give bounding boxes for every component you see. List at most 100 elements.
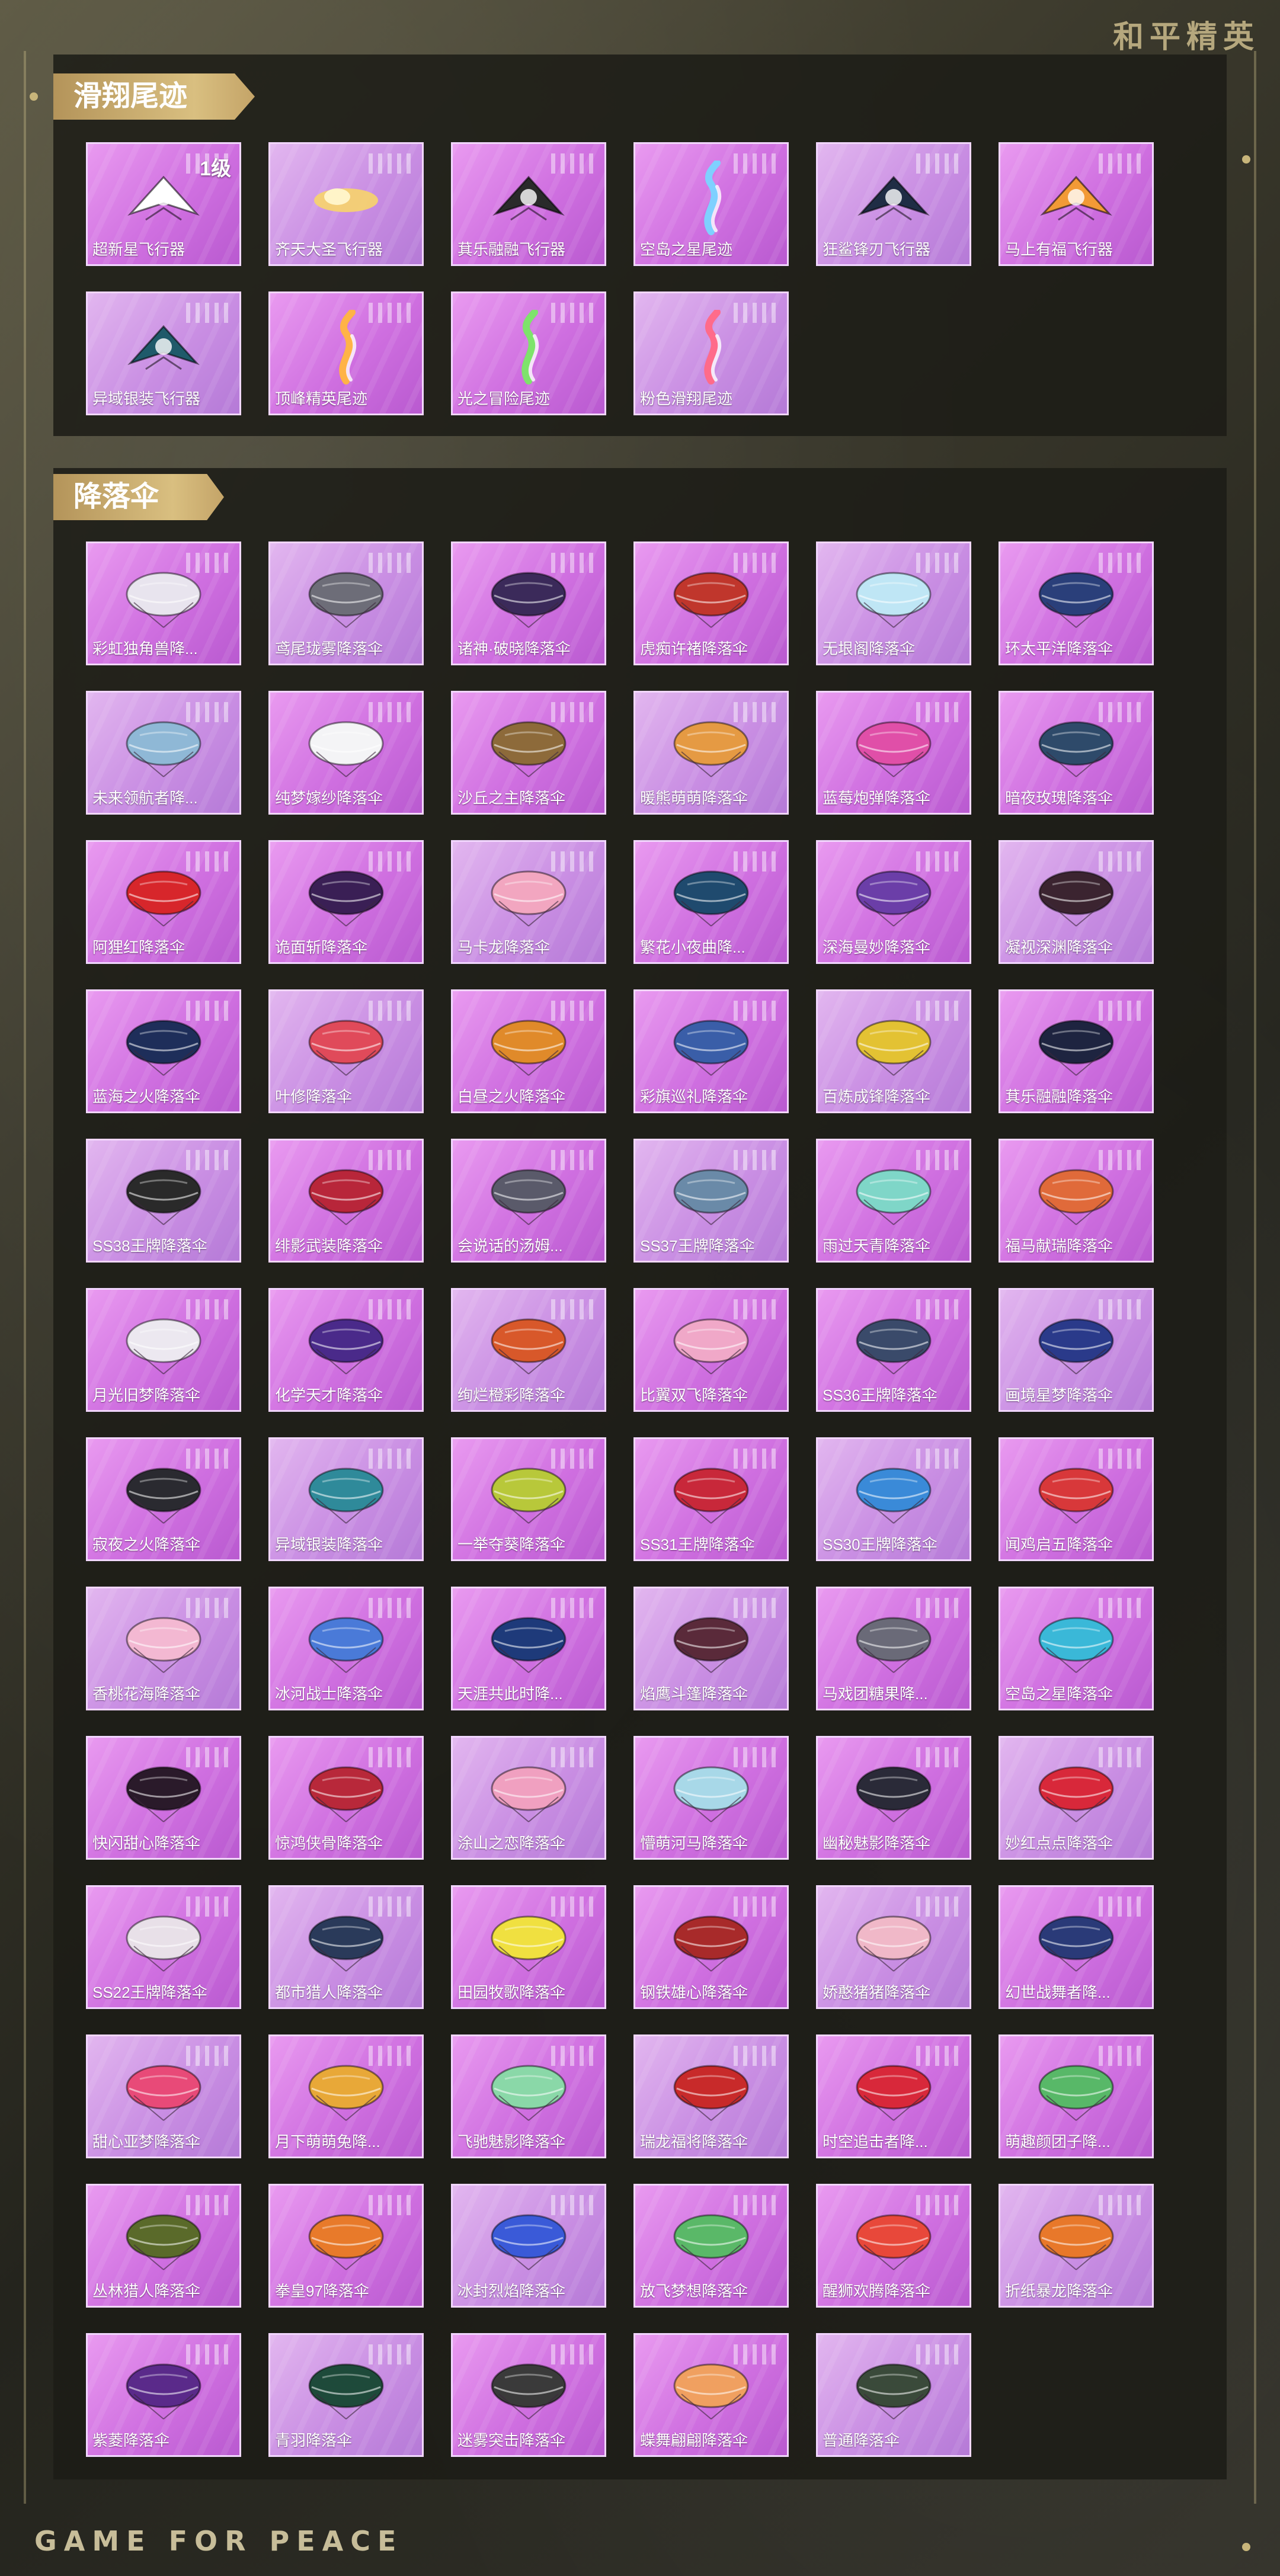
item-name: 虎痴许褚降落伞 (640, 640, 748, 658)
parachute-item[interactable]: 妙红点点降落伞 (999, 1736, 1154, 1860)
parachute-item[interactable]: 未来领航者降... (86, 691, 241, 815)
item-name: SS38王牌降落伞 (92, 1237, 207, 1255)
parachute-item[interactable]: 放飞梦想降落伞 (633, 2184, 789, 2308)
parachute-item[interactable]: 迷雾突击降落伞 (451, 2333, 606, 2457)
item-name: 焰鹰斗篷降落伞 (640, 1685, 748, 1703)
parachute-item[interactable]: 钢铁雄心降落伞 (633, 1885, 789, 2009)
item-name: 妙红点点降落伞 (1005, 1834, 1113, 1852)
parachute-item[interactable]: 雨过天青降落伞 (816, 1139, 971, 1263)
parachute-item[interactable]: 彩旗巡礼降落伞 (633, 989, 789, 1113)
item-name: 狂鲨锋刃飞行器 (823, 241, 931, 258)
parachute-item[interactable]: 纯梦嫁纱降落伞 (268, 691, 424, 815)
parachute-item[interactable]: 寂夜之火降落伞 (86, 1437, 241, 1561)
parachute-item[interactable]: SS37王牌降落伞 (633, 1139, 789, 1263)
parachute-item[interactable]: 蓝莓炮弹降落伞 (816, 691, 971, 815)
parachute-item[interactable]: 深海曼妙降落伞 (816, 840, 971, 964)
parachute-item[interactable]: 闻鸡启五降落伞 (999, 1437, 1154, 1561)
item-name: 鸢尾珑雾降落伞 (275, 640, 383, 658)
glider-item[interactable]: 光之冒险尾迹 (451, 291, 606, 415)
parachute-item[interactable]: 醒狮欢腾降落伞 (816, 2184, 971, 2308)
parachute-item[interactable]: 马戏团糖果降... (816, 1587, 971, 1710)
parachute-item[interactable]: SS36王牌降落伞 (816, 1288, 971, 1412)
item-name: 无垠阁降落伞 (823, 640, 916, 658)
item-name: 画境星梦降落伞 (1005, 1386, 1113, 1404)
parachute-item[interactable]: 蓝海之火降落伞 (86, 989, 241, 1113)
parachute-item[interactable]: 虎痴许褚降落伞 (633, 542, 789, 665)
parachute-item[interactable]: 萁乐融融降落伞 (999, 989, 1154, 1113)
parachute-item[interactable]: 惊鸿侠骨降落伞 (268, 1736, 424, 1860)
item-name: 化学天才降落伞 (275, 1386, 383, 1404)
parachute-item[interactable]: 一举夺葵降落伞 (451, 1437, 606, 1561)
parachute-item[interactable]: 幽秘魅影降落伞 (816, 1736, 971, 1860)
parachute-item[interactable]: 折纸暴龙降落伞 (999, 2184, 1154, 2308)
parachute-item[interactable]: 月光旧梦降落伞 (86, 1288, 241, 1412)
parachute-item[interactable]: 比翼双飞降落伞 (633, 1288, 789, 1412)
glider-item[interactable]: 萁乐融融飞行器 (451, 142, 606, 266)
parachute-item[interactable]: 画境星梦降落伞 (999, 1288, 1154, 1412)
parachute-item[interactable]: 紫菱降落伞 (86, 2333, 241, 2457)
parachute-item[interactable]: 白昼之火降落伞 (451, 989, 606, 1113)
glider-item[interactable]: 顶峰精英尾迹 (268, 291, 424, 415)
parachute-item[interactable]: 冰封烈焰降落伞 (451, 2184, 606, 2308)
parachute-item[interactable]: 马卡龙降落伞 (451, 840, 606, 964)
parachute-item[interactable]: SS30王牌降落伞 (816, 1437, 971, 1561)
parachute-item[interactable]: 暖熊萌萌降落伞 (633, 691, 789, 815)
glider-item[interactable]: 超新星飞行器 1级 (86, 142, 241, 266)
parachute-item[interactable]: 空岛之星降落伞 (999, 1587, 1154, 1710)
parachute-item[interactable]: 诸神·破晓降落伞 (451, 542, 606, 665)
parachute-item[interactable]: 懵萌河马降落伞 (633, 1736, 789, 1860)
parachute-item[interactable]: 萌趣颜团子降... (999, 2034, 1154, 2158)
glider-item[interactable]: 马上有福飞行器 (999, 142, 1154, 266)
parachute-item[interactable]: 丛林猎人降落伞 (86, 2184, 241, 2308)
parachute-item[interactable]: 田园牧歌降落伞 (451, 1885, 606, 2009)
parachute-item[interactable]: 无垠阁降落伞 (816, 542, 971, 665)
parachute-item[interactable]: 娇憨猪猪降落伞 (816, 1885, 971, 2009)
parachute-item[interactable]: 百炼成锋降落伞 (816, 989, 971, 1113)
glider-item[interactable]: 狂鲨锋刃飞行器 (816, 142, 971, 266)
glider-item[interactable]: 空岛之星尾迹 (633, 142, 789, 266)
parachute-item[interactable]: 瑞龙福将降落伞 (633, 2034, 789, 2158)
parachute-item[interactable]: 福马献瑞降落伞 (999, 1139, 1154, 1263)
parachute-item[interactable]: 繁花小夜曲降... (633, 840, 789, 964)
parachute-item[interactable]: 青羽降落伞 (268, 2333, 424, 2457)
parachute-item[interactable]: 暗夜玫瑰降落伞 (999, 691, 1154, 815)
parachute-item[interactable]: SS38王牌降落伞 (86, 1139, 241, 1263)
parachute-item[interactable]: 冰河战士降落伞 (268, 1587, 424, 1710)
parachute-item[interactable]: 月下萌萌兔降... (268, 2034, 424, 2158)
rarity-stripes (734, 303, 776, 323)
parachute-item[interactable]: 阿狸红降落伞 (86, 840, 241, 964)
parachute-item[interactable]: 凝视深渊降落伞 (999, 840, 1154, 964)
parachute-item[interactable]: 叶修降落伞 (268, 989, 424, 1113)
parachute-item[interactable]: SS22王牌降落伞 (86, 1885, 241, 2009)
section-title-glider-trails: 滑翔尾迹 (53, 73, 255, 120)
parachute-item[interactable]: 天涯共此时降... (451, 1587, 606, 1710)
parachute-item[interactable]: 飞驰魅影降落伞 (451, 2034, 606, 2158)
parachute-item[interactable]: 涂山之恋降落伞 (451, 1736, 606, 1860)
parachute-item[interactable]: 焰鹰斗篷降落伞 (633, 1587, 789, 1710)
parachute-item[interactable]: 诡面斩降落伞 (268, 840, 424, 964)
parachute-item[interactable]: 蝶舞翩翩降落伞 (633, 2333, 789, 2457)
item-name: SS31王牌降落伞 (640, 1536, 755, 1553)
parachute-item[interactable]: 绯影武装降落伞 (268, 1139, 424, 1263)
parachute-item[interactable]: SS31王牌降落伞 (633, 1437, 789, 1561)
item-name: 诡面斩降落伞 (275, 938, 368, 956)
parachute-item[interactable]: 绚烂橙彩降落伞 (451, 1288, 606, 1412)
parachute-item[interactable]: 环太平洋降落伞 (999, 542, 1154, 665)
parachute-item[interactable]: 时空追击者降... (816, 2034, 971, 2158)
parachute-item[interactable]: 快闪甜心降落伞 (86, 1736, 241, 1860)
glider-item[interactable]: 异域银装飞行器 (86, 291, 241, 415)
parachute-item[interactable]: 香桃花海降落伞 (86, 1587, 241, 1710)
parachute-item[interactable]: 异域银装降落伞 (268, 1437, 424, 1561)
parachute-item[interactable]: 普通降落伞 (816, 2333, 971, 2457)
glider-item[interactable]: 粉色滑翔尾迹 (633, 291, 789, 415)
parachute-item[interactable]: 沙丘之主降落伞 (451, 691, 606, 815)
parachute-item[interactable]: 会说话的汤姆... (451, 1139, 606, 1263)
parachute-item[interactable]: 化学天才降落伞 (268, 1288, 424, 1412)
parachute-item[interactable]: 甜心亚梦降落伞 (86, 2034, 241, 2158)
parachute-item[interactable]: 彩虹独角兽降... (86, 542, 241, 665)
parachute-item[interactable]: 鸢尾珑雾降落伞 (268, 542, 424, 665)
parachute-item[interactable]: 拳皇97降落伞 (268, 2184, 424, 2308)
glider-item[interactable]: 齐天大圣飞行器 (268, 142, 424, 266)
parachute-item[interactable]: 幻世战舞者降... (999, 1885, 1154, 2009)
parachute-item[interactable]: 都市猎人降落伞 (268, 1885, 424, 2009)
